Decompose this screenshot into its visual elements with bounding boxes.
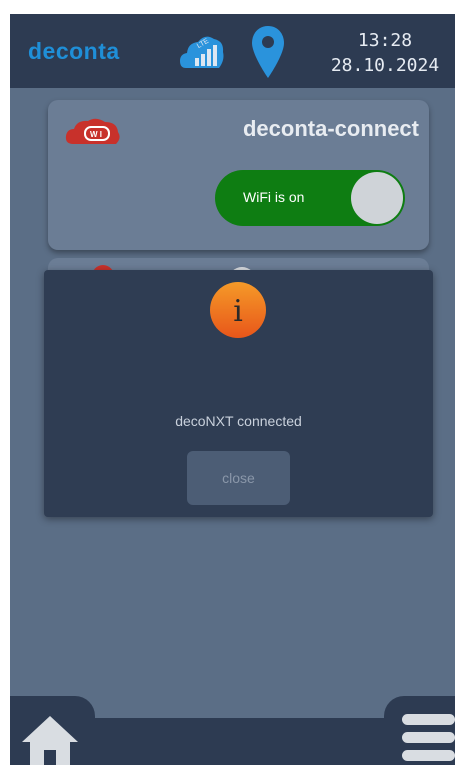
menu-icon[interactable]: [398, 709, 455, 765]
location-pin-icon: [252, 26, 284, 78]
card-title: deconta-connect: [242, 116, 419, 141]
deconta-connect-card: W I deconta-connect WiFi is on: [48, 100, 429, 250]
dialog-message: decoNXT connected: [175, 413, 302, 429]
header-bar: deconta LTE 13:28 28.10.2024: [10, 14, 455, 88]
close-button[interactable]: close: [187, 451, 290, 505]
info-icon: i: [210, 282, 266, 338]
clock-date: 28.10.2024: [330, 55, 440, 76]
wifi-cloud-logo-icon: W I: [65, 118, 120, 144]
info-dialog: i decoNXT connected close: [44, 270, 433, 517]
svg-text:i: i: [233, 294, 243, 329]
clock: 13:28 28.10.2024: [315, 28, 455, 78]
brand-logo: deconta: [28, 38, 120, 64]
lte-signal-icon: LTE: [180, 36, 224, 68]
app-screen: deconta LTE 13:28 28.10.2024 W I deconta…: [10, 14, 455, 765]
clock-time: 13:28: [357, 30, 413, 51]
wifi-toggle-knob[interactable]: [351, 172, 403, 224]
wifi-toggle-label: WiFi is on: [243, 189, 305, 205]
svg-text:W I: W I: [90, 130, 102, 139]
wifi-toggle[interactable]: WiFi is on: [215, 170, 405, 226]
home-icon[interactable]: [20, 712, 80, 765]
